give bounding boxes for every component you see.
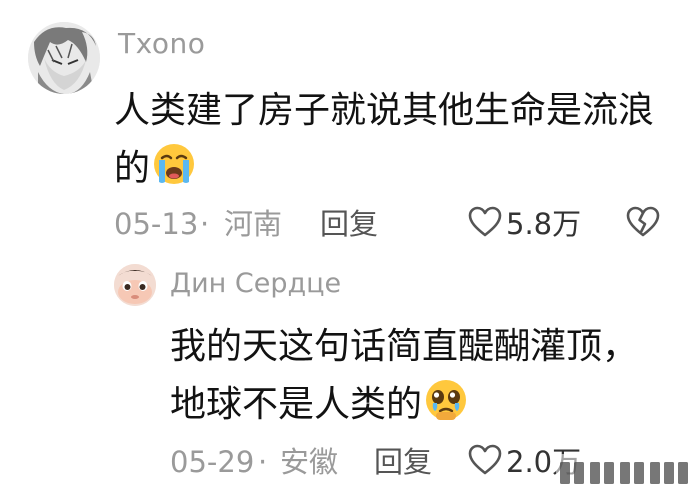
like-count: 5.8万 bbox=[506, 207, 582, 241]
username[interactable]: Txono bbox=[118, 30, 205, 58]
reply-username[interactable]: Дин Сердце bbox=[170, 270, 341, 297]
reply-button[interactable]: 回复 bbox=[320, 202, 378, 246]
meta-separator: · bbox=[200, 207, 210, 241]
comment-text: 人类建了房子就说其他生命是流浪的 bbox=[114, 82, 659, 204]
reply-text-content: 我的天这句话简直醍醐灌顶，地球不是人类的 bbox=[170, 326, 639, 425]
crying-face-emoji bbox=[152, 142, 196, 204]
watermark bbox=[556, 454, 690, 492]
reply-location: 安徽 bbox=[280, 445, 339, 479]
reply-date: 05-29 bbox=[170, 445, 255, 479]
comment-meta: 05-13 · 河南 回复 5.8万 bbox=[114, 202, 674, 246]
heart-icon[interactable] bbox=[468, 206, 502, 245]
dislike-icon[interactable] bbox=[626, 206, 660, 245]
reply-avatar[interactable] bbox=[114, 264, 156, 306]
comment-thread: Txono 人类建了房子就说其他生命是流浪的 05-13 · 河南 回复 5.8… bbox=[0, 0, 690, 492]
reply-text: 我的天这句话简直醍醐灌顶，地球不是人类的 bbox=[170, 318, 660, 440]
comment-date: 05-13 bbox=[114, 207, 199, 241]
reply-button[interactable]: 回复 bbox=[374, 440, 432, 484]
heart-icon[interactable] bbox=[468, 444, 502, 483]
meta-separator: · bbox=[258, 445, 268, 479]
pleading-face-emoji bbox=[424, 378, 468, 440]
comment-location: 河南 bbox=[224, 207, 283, 241]
avatar[interactable] bbox=[28, 22, 100, 94]
